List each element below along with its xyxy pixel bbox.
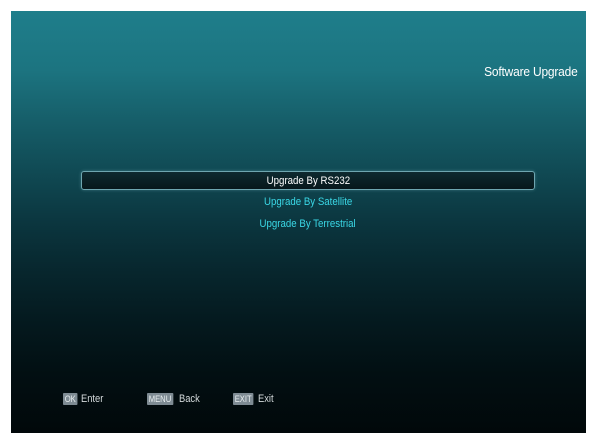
hint-menu-back[interactable]: MENU Back: [147, 392, 203, 406]
exit-key-badge: EXIT: [233, 393, 254, 405]
hint-label-exit: Exit: [258, 393, 274, 405]
menu-item-upgrade-satellite[interactable]: Upgrade By Satellite: [81, 193, 535, 212]
menu-item-upgrade-terrestrial[interactable]: Upgrade By Terrestrial: [81, 215, 535, 234]
menu-item-label: Upgrade By RS232: [266, 175, 350, 187]
hint-ok-enter[interactable]: OK Enter: [63, 392, 107, 406]
menu-item-label: Upgrade By Terrestrial: [259, 218, 357, 230]
ok-key-badge: OK: [63, 393, 78, 405]
hint-exit-exit[interactable]: EXIT Exit: [233, 392, 276, 406]
key-hints-bar: OK Enter MENU Back EXIT Exit: [11, 392, 586, 406]
tv-screen: Software Upgrade Upgrade By RS232 Upgrad…: [11, 11, 586, 433]
upgrade-menu: Upgrade By RS232 Upgrade By Satellite Up…: [81, 171, 535, 237]
menu-item-upgrade-rs232[interactable]: Upgrade By RS232: [81, 171, 535, 190]
page-title: Software Upgrade: [484, 64, 579, 79]
menu-item-label: Upgrade By Satellite: [263, 196, 353, 208]
hint-label-back: Back: [178, 393, 200, 405]
hint-label-enter: Enter: [81, 393, 104, 405]
menu-key-badge: MENU: [147, 393, 173, 405]
